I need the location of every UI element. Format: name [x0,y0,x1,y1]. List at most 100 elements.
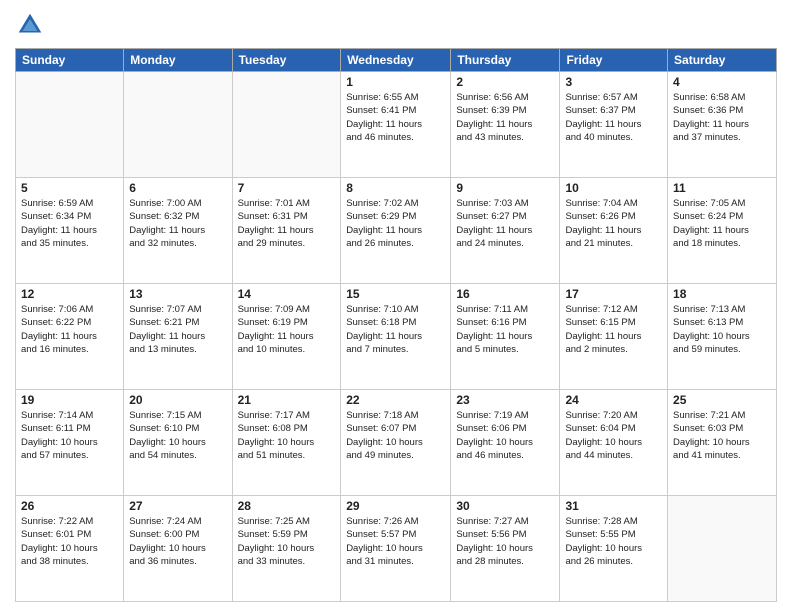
calendar-cell: 15Sunrise: 7:10 AM Sunset: 6:18 PM Dayli… [341,284,451,390]
day-number: 23 [456,393,554,407]
day-number: 7 [238,181,336,195]
calendar-cell: 27 Sunrise: 7:24 AM Sunset: 6:00 PM Dayli… [124,496,232,602]
calendar-cell: 31Sunrise: 7:28 AM Sunset: 5:55 PM Dayli… [560,496,668,602]
calendar-header-friday: Friday [560,49,668,72]
calendar-cell: 25 Sunrise: 7:21 AM Sunset: 6:03 PM Dayli… [668,390,777,496]
logo [15,10,49,40]
day-number: 28 [238,499,336,513]
day-number: 12 [21,287,118,301]
calendar-cell: 5Sunrise: 6:59 AM Sunset: 6:34 PM Daylig… [16,178,124,284]
day-info: Sunrise: 7:24 AM Sunset: 6:00 PM Dayligh… [129,515,226,568]
day-info: Sunrise: 7:25 AM Sunset: 5:59 PM Dayligh… [238,515,336,568]
calendar-cell: 11Sunrise: 7:05 AM Sunset: 6:24 PM Dayli… [668,178,777,284]
day-info: Sunrise: 7:17 AM Sunset: 6:08 PM Dayligh… [238,409,336,462]
calendar-cell: 10 Sunrise: 7:04 AM Sunset: 6:26 PM Dayli… [560,178,668,284]
day-info: Sunrise: 6:59 AM Sunset: 6:34 PM Dayligh… [21,197,118,250]
day-number: 20 [129,393,226,407]
day-number: 18 [673,287,771,301]
calendar-cell: 19Sunrise: 7:14 AM Sunset: 6:11 PM Dayli… [16,390,124,496]
day-info: Sunrise: 7:22 AM Sunset: 6:01 PM Dayligh… [21,515,118,568]
calendar-cell: 6Sunrise: 7:00 AM Sunset: 6:32 PM Daylig… [124,178,232,284]
calendar-week-row: 1 Sunrise: 6:55 AM Sunset: 6:41 PM Daylig… [16,72,777,178]
calendar-week-row: 5Sunrise: 6:59 AM Sunset: 6:34 PM Daylig… [16,178,777,284]
day-info: Sunrise: 7:12 AM Sunset: 6:15 PM Dayligh… [565,303,662,356]
calendar-cell [668,496,777,602]
day-info: Sunrise: 7:11 AM Sunset: 6:16 PM Dayligh… [456,303,554,356]
day-number: 9 [456,181,554,195]
calendar-header-wednesday: Wednesday [341,49,451,72]
calendar-cell: 26 Sunrise: 7:22 AM Sunset: 6:01 PM Dayli… [16,496,124,602]
day-number: 8 [346,181,445,195]
calendar-cell: 28 Sunrise: 7:25 AM Sunset: 5:59 PM Dayli… [232,496,341,602]
calendar-header-monday: Monday [124,49,232,72]
calendar-cell: 1 Sunrise: 6:55 AM Sunset: 6:41 PM Daylig… [341,72,451,178]
calendar-cell [232,72,341,178]
calendar-cell: 16 Sunrise: 7:11 AM Sunset: 6:16 PM Dayli… [451,284,560,390]
day-info: Sunrise: 7:27 AM Sunset: 5:56 PM Dayligh… [456,515,554,568]
calendar-cell: 21 Sunrise: 7:17 AM Sunset: 6:08 PM Dayli… [232,390,341,496]
day-number: 31 [565,499,662,513]
day-number: 29 [346,499,445,513]
day-number: 6 [129,181,226,195]
calendar-cell [124,72,232,178]
day-info: Sunrise: 7:19 AM Sunset: 6:06 PM Dayligh… [456,409,554,462]
day-number: 11 [673,181,771,195]
calendar-cell: 3 Sunrise: 6:57 AM Sunset: 6:37 PM Daylig… [560,72,668,178]
header [15,10,777,40]
calendar-week-row: 12Sunrise: 7:06 AM Sunset: 6:22 PM Dayli… [16,284,777,390]
day-info: Sunrise: 7:10 AM Sunset: 6:18 PM Dayligh… [346,303,445,356]
day-number: 3 [565,75,662,89]
day-info: Sunrise: 7:26 AM Sunset: 5:57 PM Dayligh… [346,515,445,568]
day-number: 26 [21,499,118,513]
day-info: Sunrise: 7:02 AM Sunset: 6:29 PM Dayligh… [346,197,445,250]
calendar-table: SundayMondayTuesdayWednesdayThursdayFrid… [15,48,777,602]
day-info: Sunrise: 7:07 AM Sunset: 6:21 PM Dayligh… [129,303,226,356]
calendar-cell: 17 Sunrise: 7:12 AM Sunset: 6:15 PM Dayli… [560,284,668,390]
day-number: 1 [346,75,445,89]
day-number: 14 [238,287,336,301]
day-info: Sunrise: 7:13 AM Sunset: 6:13 PM Dayligh… [673,303,771,356]
day-info: Sunrise: 7:18 AM Sunset: 6:07 PM Dayligh… [346,409,445,462]
day-number: 16 [456,287,554,301]
calendar-cell: 2 Sunrise: 6:56 AM Sunset: 6:39 PM Daylig… [451,72,560,178]
calendar-header-saturday: Saturday [668,49,777,72]
calendar-header-tuesday: Tuesday [232,49,341,72]
day-number: 27 [129,499,226,513]
day-info: Sunrise: 7:04 AM Sunset: 6:26 PM Dayligh… [565,197,662,250]
calendar-cell: 29 Sunrise: 7:26 AM Sunset: 5:57 PM Dayli… [341,496,451,602]
day-number: 21 [238,393,336,407]
calendar-cell: 9Sunrise: 7:03 AM Sunset: 6:27 PM Daylig… [451,178,560,284]
day-info: Sunrise: 6:55 AM Sunset: 6:41 PM Dayligh… [346,91,445,144]
logo-icon [15,10,45,40]
calendar-cell: 4Sunrise: 6:58 AM Sunset: 6:36 PM Daylig… [668,72,777,178]
calendar-cell: 24 Sunrise: 7:20 AM Sunset: 6:04 PM Dayli… [560,390,668,496]
calendar-cell: 8 Sunrise: 7:02 AM Sunset: 6:29 PM Daylig… [341,178,451,284]
calendar-cell: 23 Sunrise: 7:19 AM Sunset: 6:06 PM Dayli… [451,390,560,496]
day-number: 10 [565,181,662,195]
day-info: Sunrise: 7:15 AM Sunset: 6:10 PM Dayligh… [129,409,226,462]
calendar-cell: 12Sunrise: 7:06 AM Sunset: 6:22 PM Dayli… [16,284,124,390]
calendar-cell: 13 Sunrise: 7:07 AM Sunset: 6:21 PM Dayli… [124,284,232,390]
day-number: 24 [565,393,662,407]
calendar-header-thursday: Thursday [451,49,560,72]
day-info: Sunrise: 7:01 AM Sunset: 6:31 PM Dayligh… [238,197,336,250]
day-info: Sunrise: 7:20 AM Sunset: 6:04 PM Dayligh… [565,409,662,462]
day-number: 30 [456,499,554,513]
day-number: 17 [565,287,662,301]
day-info: Sunrise: 6:56 AM Sunset: 6:39 PM Dayligh… [456,91,554,144]
day-info: Sunrise: 7:21 AM Sunset: 6:03 PM Dayligh… [673,409,771,462]
day-number: 13 [129,287,226,301]
day-number: 25 [673,393,771,407]
day-number: 4 [673,75,771,89]
day-number: 22 [346,393,445,407]
day-info: Sunrise: 7:14 AM Sunset: 6:11 PM Dayligh… [21,409,118,462]
page: SundayMondayTuesdayWednesdayThursdayFrid… [0,0,792,612]
calendar-cell: 14Sunrise: 7:09 AM Sunset: 6:19 PM Dayli… [232,284,341,390]
calendar-week-row: 19Sunrise: 7:14 AM Sunset: 6:11 PM Dayli… [16,390,777,496]
day-info: Sunrise: 6:57 AM Sunset: 6:37 PM Dayligh… [565,91,662,144]
calendar-week-row: 26 Sunrise: 7:22 AM Sunset: 6:01 PM Dayli… [16,496,777,602]
calendar-cell: 30 Sunrise: 7:27 AM Sunset: 5:56 PM Dayli… [451,496,560,602]
day-number: 2 [456,75,554,89]
calendar-cell [16,72,124,178]
calendar-cell: 20 Sunrise: 7:15 AM Sunset: 6:10 PM Dayli… [124,390,232,496]
